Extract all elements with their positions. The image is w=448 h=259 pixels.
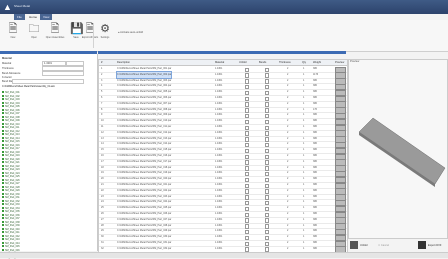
row-quantity: 1	[303, 246, 304, 252]
preview-title: Preview	[350, 60, 359, 63]
preview-panel	[348, 59, 448, 239]
check-icon	[2, 144, 4, 146]
check-icon	[2, 193, 4, 195]
check-icon	[2, 175, 4, 177]
part-preview-3d	[349, 60, 447, 238]
check-icon	[2, 151, 4, 153]
check-icon	[2, 245, 4, 247]
row-description: C:\ASM\Demo\Sheet Metal Parts\SM_Part_03…	[117, 246, 171, 252]
check-icon	[2, 235, 4, 237]
check-icon	[2, 154, 4, 156]
check-icon	[2, 238, 4, 240]
check-icon	[2, 228, 4, 230]
check-icon	[2, 140, 4, 142]
check-icon	[2, 116, 4, 118]
check-icon	[2, 102, 4, 104]
cancel-button[interactable]: ✕ Cancel	[378, 240, 389, 251]
auto-unfold-toggle[interactable]: ● Activate auto-unfold	[118, 31, 143, 34]
unfold-icon	[350, 241, 358, 249]
material-value: 1.4301	[44, 62, 52, 65]
bend-allowance-label: Bend Allowance	[2, 72, 20, 75]
thickness-label: Thickness	[2, 67, 14, 70]
check-icon	[2, 186, 4, 188]
export-dxf-icon	[418, 241, 426, 249]
check-icon	[2, 98, 4, 100]
new-button[interactable]: 🗎 New	[3, 22, 23, 49]
parts-table: # Description Material Unfold Bends Thic…	[98, 59, 348, 253]
material-label: Material	[2, 62, 11, 65]
check-icon	[2, 196, 4, 198]
check-icon	[2, 210, 4, 212]
settings-button[interactable]: ⚙ Settings	[95, 22, 115, 49]
material-section-title: Material	[2, 57, 12, 60]
status-bar	[0, 252, 448, 258]
check-icon	[2, 182, 4, 184]
check-icon	[2, 109, 4, 111]
gear-icon: ⚙	[99, 23, 111, 35]
check-icon	[2, 91, 4, 93]
check-icon	[2, 217, 4, 219]
k-factor-label: K-Factor	[2, 76, 12, 79]
check-icon	[2, 203, 4, 205]
folder-icon: 🗀	[28, 23, 40, 35]
check-icon	[2, 95, 4, 97]
check-icon	[2, 172, 4, 174]
section-accent-bar	[98, 51, 346, 54]
title-bar: ▲ Sheet Metal	[0, 0, 448, 14]
check-icon	[2, 126, 4, 128]
bend-radius-field[interactable]	[12, 79, 84, 84]
ribbon-separator	[93, 23, 94, 48]
app-title: Sheet Metal	[14, 4, 30, 8]
row-material: 1.4301	[215, 246, 222, 252]
row-number: 32	[101, 246, 104, 252]
new-file-icon: 🗎	[7, 23, 19, 35]
row-weight: 380	[313, 246, 317, 252]
check-icon	[2, 200, 4, 202]
check-icon	[2, 168, 4, 170]
check-icon	[2, 189, 4, 191]
bend-allowance-field[interactable]	[42, 71, 84, 76]
check-icon	[2, 147, 4, 149]
export-dxf-button[interactable]: Export DXF	[418, 240, 441, 251]
unfold-button[interactable]: Unfold	[350, 240, 368, 251]
check-icon	[2, 112, 4, 114]
check-icon	[2, 123, 4, 125]
check-icon	[2, 105, 4, 107]
check-icon	[2, 130, 4, 132]
check-icon	[2, 158, 4, 160]
check-icon	[2, 133, 4, 135]
check-icon	[2, 224, 4, 226]
row-thickness: 2	[287, 246, 288, 252]
check-icon	[2, 137, 4, 139]
check-icon	[2, 179, 4, 181]
close-icon: ✕	[378, 244, 380, 247]
check-icon	[2, 165, 4, 167]
open-assemblies-button[interactable]: 🗎 Open Assemblies	[45, 22, 65, 49]
open-button[interactable]: 🗀 Open	[24, 22, 44, 49]
parts-tree: SM_Part_001SM_Part_002SM_Part_003SM_Part…	[2, 91, 95, 259]
check-icon	[2, 231, 4, 233]
check-icon	[2, 249, 4, 251]
check-icon	[2, 207, 4, 209]
assembly-path: C:\ASM\Demo\Sheet Metal Parts\Assembly_0…	[2, 86, 55, 88]
check-icon	[2, 221, 4, 223]
check-icon	[2, 161, 4, 163]
assembly-icon: 🗎	[49, 23, 61, 35]
check-icon	[2, 119, 4, 121]
check-icon	[2, 214, 4, 216]
check-icon	[2, 242, 4, 244]
